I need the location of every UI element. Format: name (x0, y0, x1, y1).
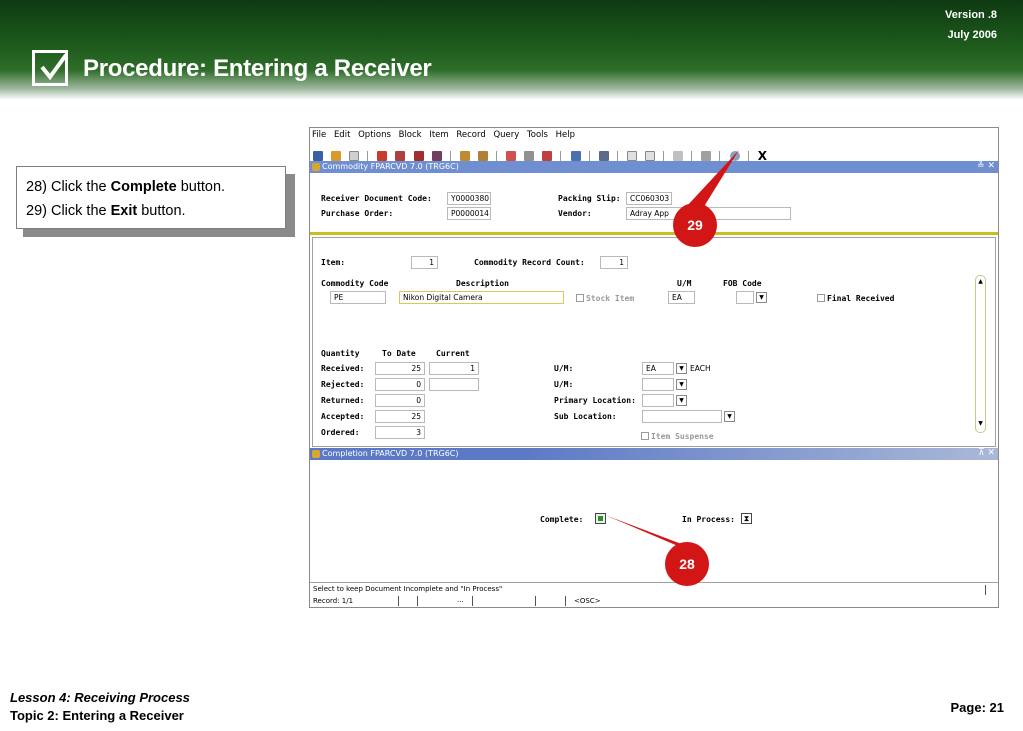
callout-29: 29 (673, 203, 717, 247)
footer-lesson: Lesson 4: Receiving Process (10, 690, 190, 705)
callout-pointers (605, 150, 739, 548)
slide: Version .8 July 2006 Procedure: Entering… (0, 0, 1023, 731)
callout-28: 28 (665, 542, 709, 586)
footer-topic: Topic 2: Entering a Receiver (10, 708, 184, 723)
page-number: Page: 21 (950, 700, 1004, 715)
